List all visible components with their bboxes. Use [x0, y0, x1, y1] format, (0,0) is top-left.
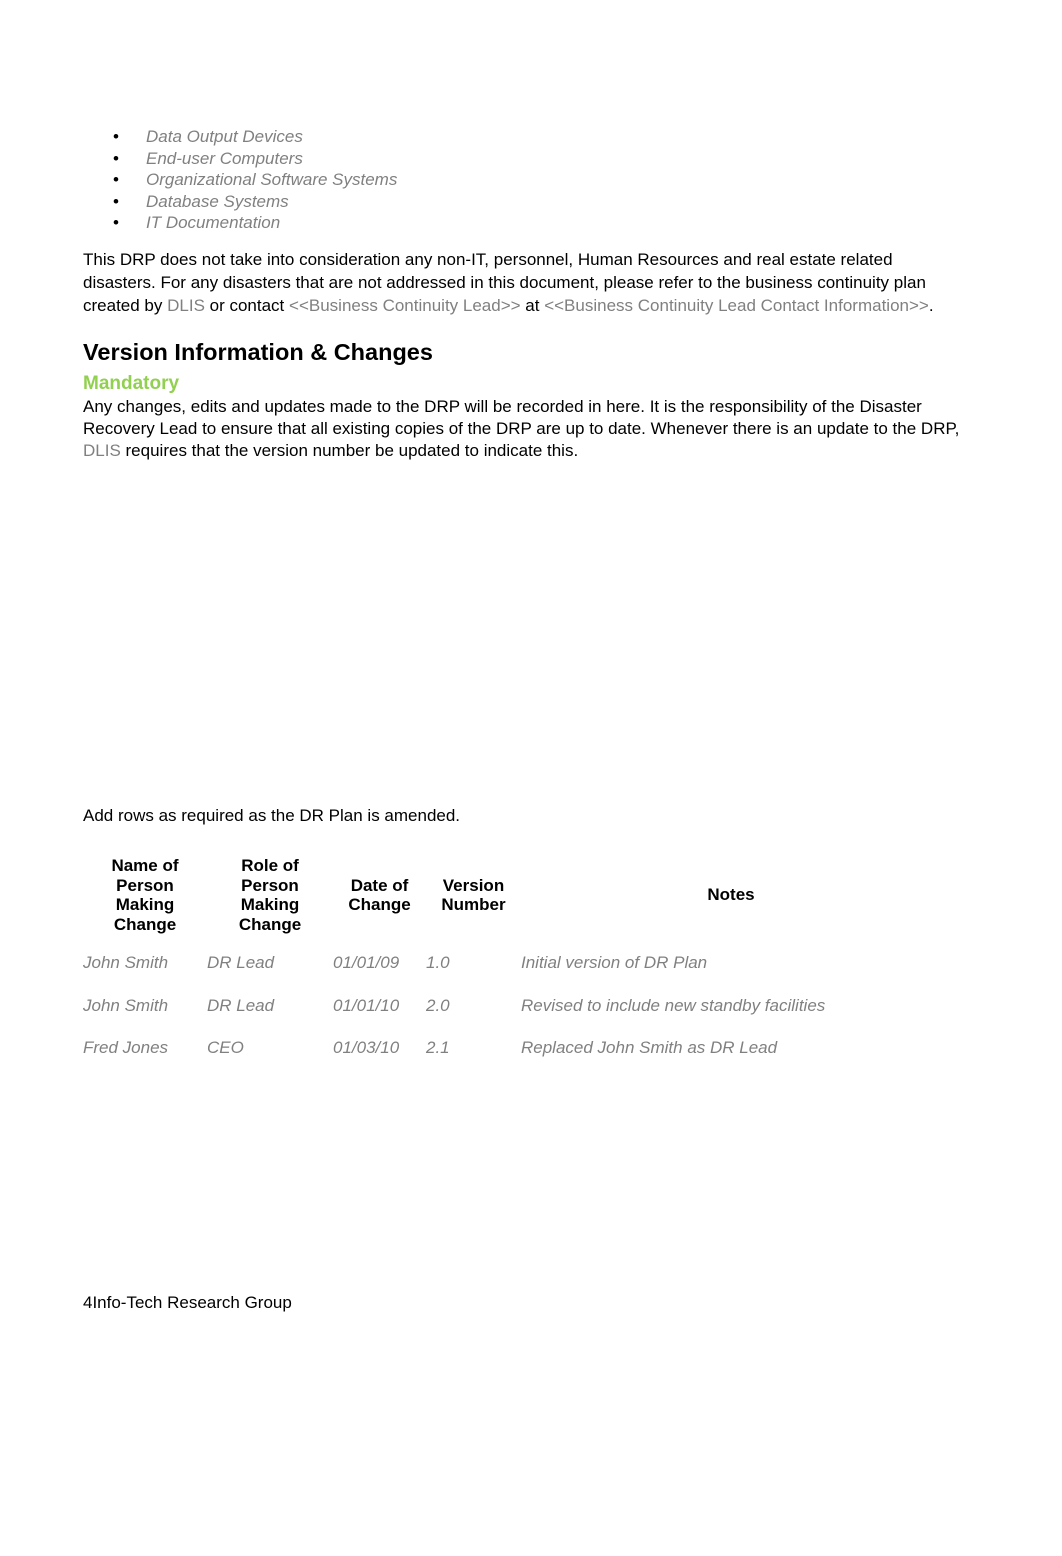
- org-placeholder: DLIS: [83, 441, 121, 460]
- bullet-item: • IT Documentation: [113, 213, 281, 232]
- cell-version: 2.1: [426, 1038, 450, 1058]
- bullet-icon: •: [113, 170, 119, 189]
- scope-bullet-list: • Data Output Devices • End-user Computers…: [83, 126, 397, 234]
- page-footer: 4Info-Tech Research Group: [83, 1293, 292, 1312]
- cell-notes: Replaced John Smith as DR Lead: [521, 1038, 778, 1058]
- cell-notes: Revised to include new standby facilitie…: [521, 995, 826, 1015]
- cell-name: John Smith: [83, 995, 169, 1015]
- bullet-icon: •: [113, 127, 119, 146]
- table-intro: Add rows as required as the DR Plan is a…: [83, 806, 461, 825]
- cell-role: CEO: [207, 1038, 244, 1058]
- header-date: Date of Change: [348, 875, 411, 915]
- cell-version: 2.0: [426, 995, 450, 1015]
- bullet-item: • End-user Computers: [113, 148, 303, 168]
- cell-date: 01/03/10: [333, 1038, 400, 1058]
- header-notes: Notes: [707, 885, 755, 905]
- cell-role: DR Lead: [207, 953, 275, 973]
- header-role: Role of Person Making Change: [238, 856, 302, 934]
- cell-notes: Initial version of DR Plan: [521, 953, 708, 973]
- bullet-icon: •: [113, 148, 119, 168]
- mandatory-label: Mandatory: [83, 373, 180, 394]
- cell-date: 01/01/09: [333, 953, 400, 973]
- bc-contact-placeholder: <<Business Continuity Lead Contact Infor…: [544, 296, 929, 315]
- bullet-item: • Database Systems: [113, 191, 289, 211]
- cell-role: DR Lead: [207, 995, 275, 1015]
- section-heading: Version Information & Changes: [83, 339, 433, 365]
- bullet-item: • Data Output Devices: [113, 127, 303, 146]
- header-name: Name of Person Making Change: [111, 856, 179, 934]
- cell-name: Fred Jones: [83, 1038, 169, 1058]
- bullet-icon: •: [113, 191, 119, 211]
- table-row: John Smith DR Lead 01/01/09 1.0 Initial …: [83, 942, 941, 985]
- bullet-icon: •: [113, 213, 119, 232]
- org-placeholder: DLIS: [167, 296, 205, 315]
- cell-date: 01/01/10: [333, 995, 400, 1015]
- bullet-item: • Organizational Software Systems: [113, 170, 398, 189]
- cell-name: John Smith: [83, 953, 169, 973]
- version-description: Any changes, edits and updates made to t…: [83, 397, 960, 460]
- table-row: Fred Jones CEO 01/03/10 2.1 Replaced Joh…: [83, 1027, 941, 1070]
- version-table: Name of Person Making Change Role of Per…: [83, 852, 941, 1070]
- header-version: Version Number: [441, 875, 506, 915]
- scope-paragraph: This DRP does not take into consideratio…: [83, 250, 934, 315]
- bc-lead-placeholder: <<Business Continuity Lead>>: [289, 296, 521, 315]
- cell-version: 1.0: [426, 953, 450, 973]
- table-header-row: Name of Person Making Change Role of Per…: [83, 852, 941, 942]
- table-row: John Smith DR Lead 01/01/10 2.0 Revised …: [83, 985, 941, 1028]
